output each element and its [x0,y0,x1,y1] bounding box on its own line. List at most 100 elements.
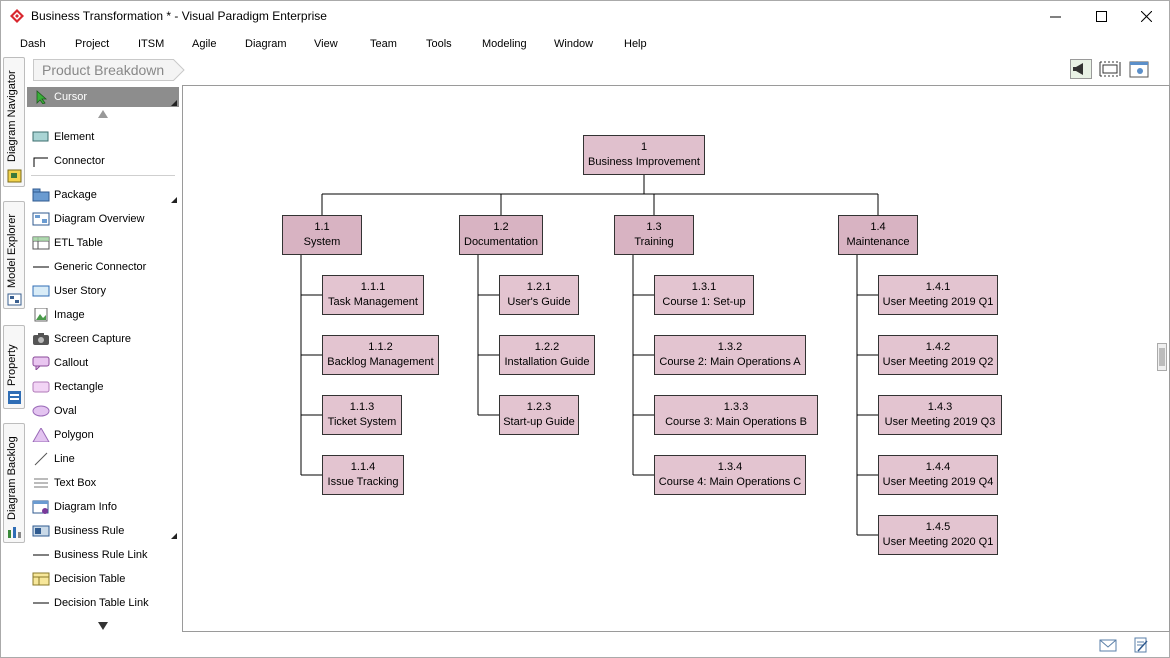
palette-user-story-label: User Story [54,285,106,297]
menu-team[interactable]: Team [370,38,397,50]
palette-callout[interactable]: Callout [27,353,179,373]
expand-triangle-icon[interactable] [171,100,177,106]
wbs-node-name: System [303,236,341,248]
palette-diagram-info[interactable]: Diagram Info [27,497,179,517]
menu-modeling[interactable]: Modeling [482,38,527,50]
palette-line[interactable]: Line [27,449,179,469]
status-bar [1,633,1169,657]
close-button[interactable] [1123,1,1169,32]
wbs-node-id: 1.3.2 [717,341,743,353]
close-icon [1140,11,1152,22]
decision-table-icon [32,572,50,586]
wbs-node-1-4-5[interactable]: 1.4.5 User Meeting 2020 Q1 [878,515,998,555]
scroll-up-icon[interactable] [98,110,108,118]
wbs-node-1-1[interactable]: 1.1 System [282,215,362,255]
palette-element[interactable]: Element [27,127,179,147]
tab-property[interactable]: Property [3,325,25,409]
wbs-node-1-2-1[interactable]: 1.2.1 User's Guide [499,275,579,315]
property-icon [8,391,21,404]
wbs-node-id: 1 [640,141,648,153]
wbs-node-1-1-1[interactable]: 1.1.1 Task Management [322,275,424,315]
palette-screen-capture[interactable]: Screen Capture [27,329,179,349]
tab-model-explorer-label: Model Explorer [6,214,18,288]
menu-view[interactable]: View [314,38,338,50]
palette-connector[interactable]: Connector [27,151,179,171]
wbs-node-1-2-2[interactable]: 1.2.2 Installation Guide [499,335,595,375]
menu-diagram[interactable]: Diagram [245,38,287,50]
panel-resize-grip-icon[interactable] [1157,343,1167,371]
mail-icon[interactable] [1099,637,1117,653]
wbs-node-id: 1.3 [646,221,662,233]
palette-decision-table-link[interactable]: Decision Table Link [27,593,179,613]
breadcrumb-product-breakdown[interactable]: Product Breakdown [33,59,185,81]
palette-oval[interactable]: Oval [27,401,179,421]
maximize-icon [1095,11,1107,22]
palette-user-story[interactable]: User Story [27,281,179,301]
palette-business-rule-link[interactable]: Business Rule Link [27,545,179,565]
menu-tools[interactable]: Tools [426,38,452,50]
diagram-canvas[interactable]: 1 Business Improvement 1.1 System 1.1.1 Task … [182,85,1170,632]
palette-element-label: Element [54,131,95,143]
palette-diagram-overview[interactable]: Diagram Overview [27,209,179,229]
wbs-node-1-4[interactable]: 1.4 Maintenance [838,215,918,255]
menu-help[interactable]: Help [624,38,647,50]
edit-document-icon[interactable] [1132,637,1150,653]
menu-agile[interactable]: Agile [192,38,216,50]
tab-diagram-backlog[interactable]: Diagram Backlog [3,423,25,543]
wbs-node-1-3-2[interactable]: 1.3.2 Course 2: Main Operations A [654,335,806,375]
palette-rectangle[interactable]: Rectangle [27,377,179,397]
palette-text-box[interactable]: Text Box [27,473,179,493]
palette-business-rule[interactable]: Business Rule [27,521,179,541]
tab-property-label: Property [6,344,18,386]
text-box-icon [34,478,48,488]
menu-itsm[interactable]: ITSM [138,38,164,50]
menu-project[interactable]: Project [75,38,109,50]
palette-cursor[interactable]: Cursor [27,87,179,107]
wbs-node-1-1-4[interactable]: 1.1.4 Issue Tracking [322,455,404,495]
diagram-overview-icon [32,212,50,226]
wbs-node-1-4-3[interactable]: 1.4.3 User Meeting 2019 Q3 [878,395,1002,435]
wbs-node-1-1-2[interactable]: 1.1.2 Backlog Management [322,335,439,375]
wbs-node-1-4-4[interactable]: 1.4.4 User Meeting 2019 Q4 [878,455,998,495]
wbs-node-1-3-1[interactable]: 1.3.1 Course 1: Set-up [654,275,754,315]
expand-triangle-icon[interactable] [171,533,177,539]
menu-window[interactable]: Window [554,38,593,50]
minimize-button[interactable] [1032,1,1078,32]
wbs-node-1-1-3[interactable]: 1.1.3 Ticket System [322,395,402,435]
maximize-button[interactable] [1078,1,1124,32]
palette-generic-connector[interactable]: Generic Connector [27,257,179,277]
wbs-node-1-2[interactable]: 1.2 Documentation [459,215,543,255]
palette-etl-table-label: ETL Table [54,237,103,249]
expand-triangle-icon[interactable] [171,197,177,203]
wbs-node-id: 1.1.3 [349,401,375,413]
menu-dash[interactable]: Dash [20,38,46,50]
diagram-settings-button[interactable] [1128,59,1150,79]
palette-etl-table[interactable]: ETL Table [27,233,179,253]
wbs-node-1-2-3[interactable]: 1.2.3 Start-up Guide [499,395,579,435]
palette-decision-table[interactable]: Decision Table [27,569,179,589]
diagram-info-icon [32,500,49,514]
image-icon [34,308,48,322]
wbs-node-1-3-3[interactable]: 1.3.3 Course 3: Main Operations B [654,395,818,435]
announcement-button[interactable] [1070,59,1092,79]
breadcrumb-label: Product Breakdown [42,62,165,78]
scroll-down-icon[interactable] [98,622,108,630]
palette-polygon[interactable]: Polygon [27,425,179,445]
fit-diagram-button[interactable] [1099,59,1121,79]
palette-image[interactable]: Image [27,305,179,325]
diagram-palette: Cursor Element Connector Package Diagram… [27,85,181,633]
tab-model-explorer[interactable]: Model Explorer [3,201,25,309]
palette-package[interactable]: Package [27,185,179,205]
wbs-node-1[interactable]: 1 Business Improvement [583,135,705,175]
wbs-node-name: Business Improvement [588,156,700,168]
wbs-node-id: 1.4 [870,221,886,233]
tab-diagram-navigator[interactable]: Diagram Navigator [3,57,25,187]
element-icon [32,131,49,142]
wbs-node-1-3[interactable]: 1.3 Training [614,215,694,255]
wbs-node-1-4-1[interactable]: 1.4.1 User Meeting 2019 Q1 [878,275,998,315]
wbs-node-1-3-4[interactable]: 1.3.4 Course 4: Main Operations C [654,455,806,495]
wbs-node-name: Installation Guide [504,356,590,368]
model-explorer-icon [7,293,22,306]
wbs-node-name: Course 1: Set-up [662,296,746,308]
wbs-node-1-4-2[interactable]: 1.4.2 User Meeting 2019 Q2 [878,335,998,375]
